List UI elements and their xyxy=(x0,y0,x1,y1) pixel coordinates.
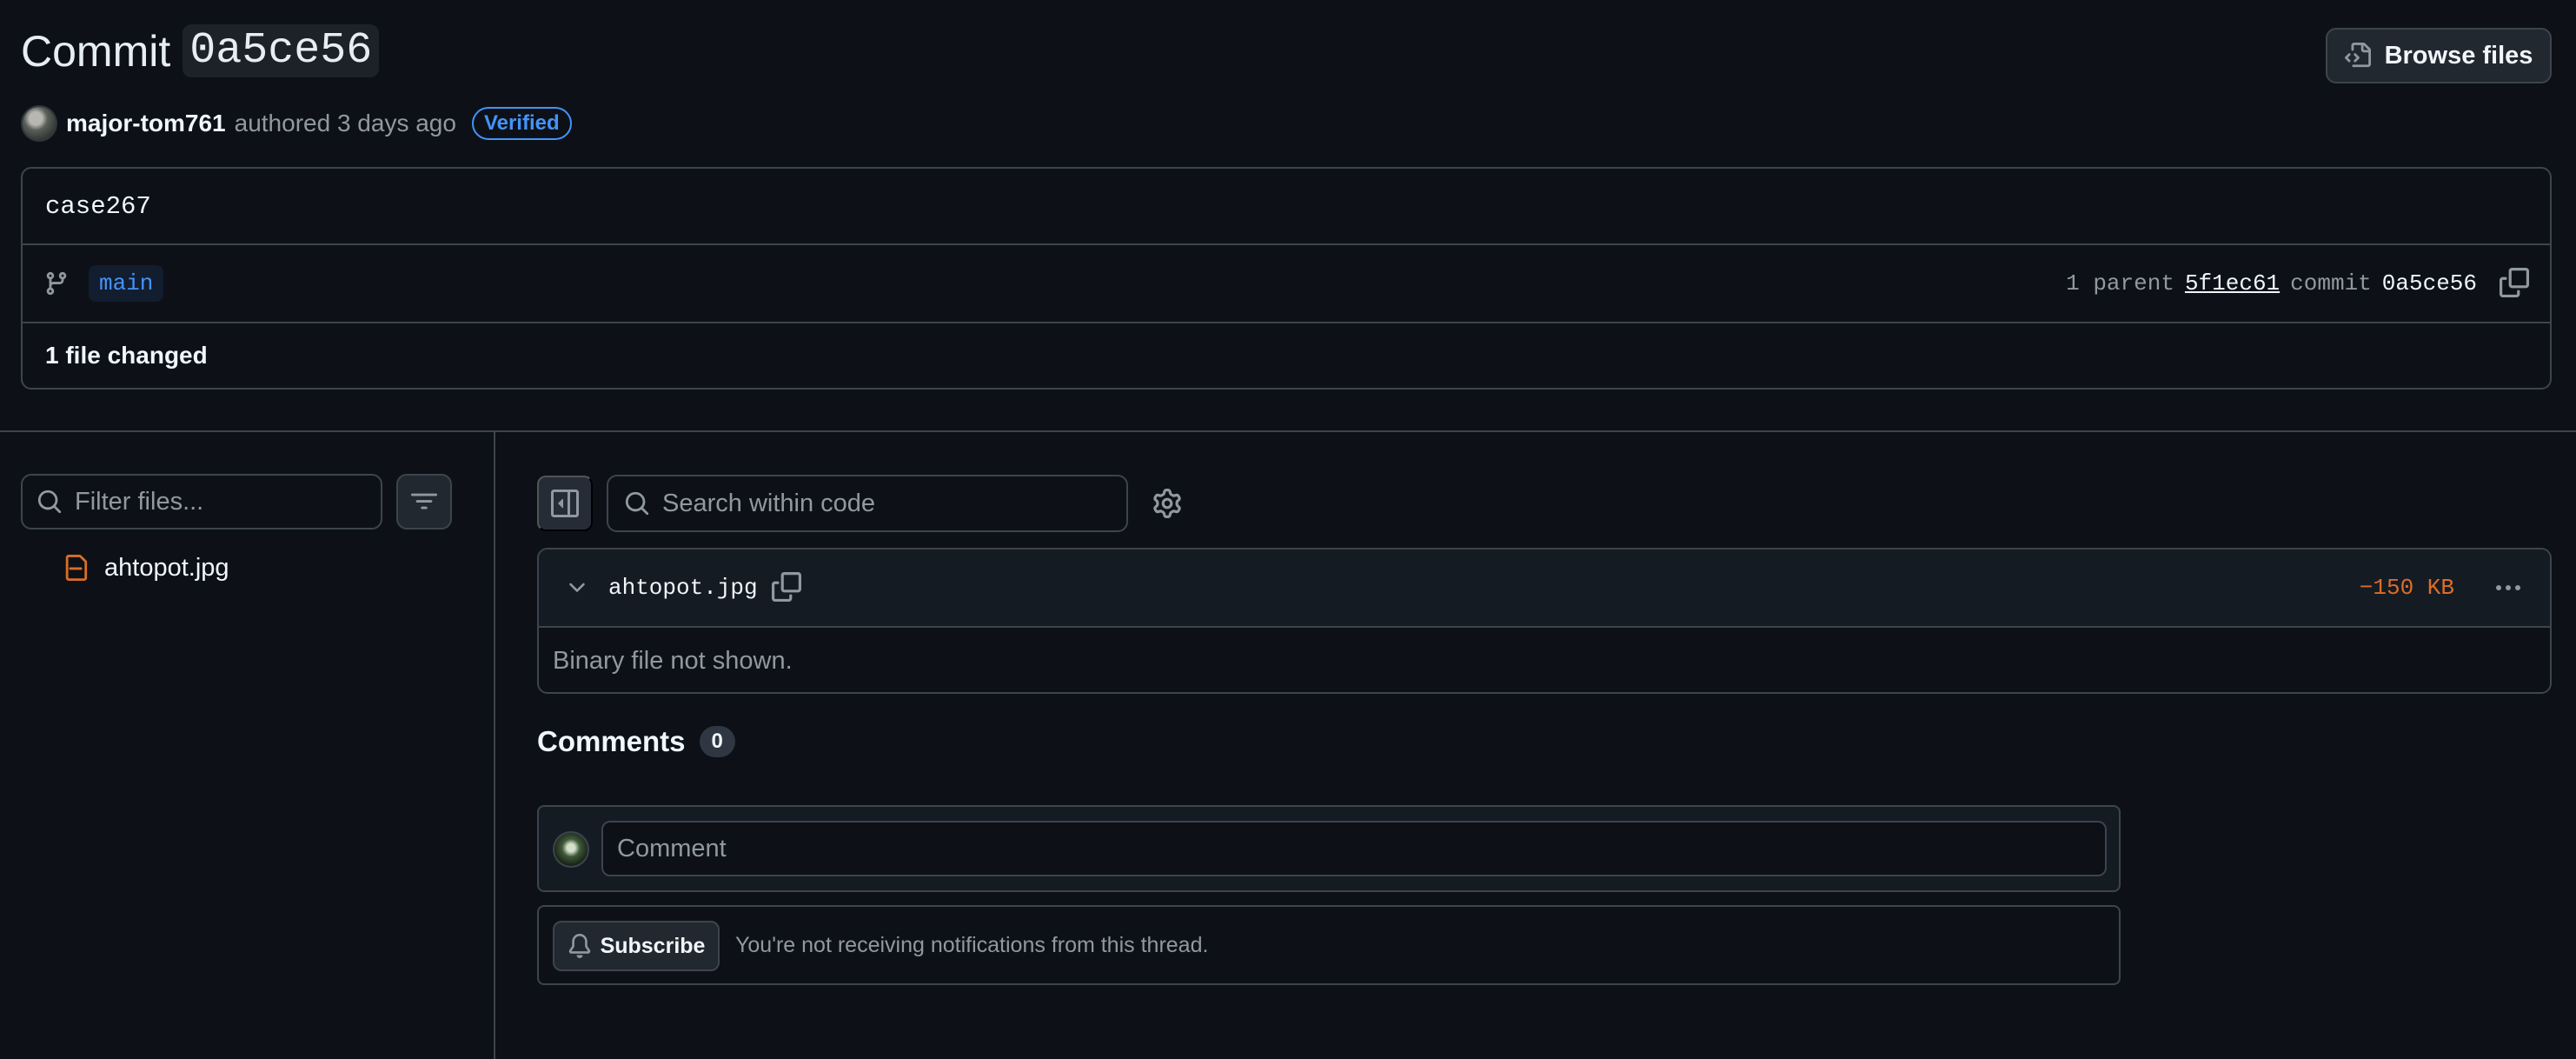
code-search-input[interactable]: Search within code xyxy=(607,475,1128,532)
filter-button[interactable] xyxy=(396,474,452,530)
sidebar-toggle-button[interactable] xyxy=(537,476,593,531)
full-commit-sha: 0a5ce56 xyxy=(2381,270,2477,296)
verified-badge[interactable]: Verified xyxy=(471,107,572,140)
subscription-status: You're not receiving notifications from … xyxy=(735,932,1209,957)
commit-sha-chip: 0a5ce56 xyxy=(183,24,380,77)
sidebar-divider[interactable] xyxy=(494,432,495,1059)
filter-icon xyxy=(411,489,437,515)
page-title: Commit 0a5ce56 xyxy=(21,24,380,77)
diff-settings-button[interactable] xyxy=(1152,487,1185,520)
gear-icon xyxy=(1152,489,1185,518)
diff-filename-link[interactable]: ahtopot.jpg xyxy=(608,549,758,626)
diff-file-card: ahtopot.jpg −150 KB Binary file not show… xyxy=(537,548,2552,694)
file-tree-item-label: ahtopot.jpg xyxy=(104,553,229,582)
comments-count-badge: 0 xyxy=(699,726,735,757)
comment-input[interactable]: Comment xyxy=(601,821,2107,876)
branch-row: main 1 parent 5f1ec61 commit 0a5ce56 xyxy=(23,245,2550,323)
code-search-placeholder: Search within code xyxy=(662,489,876,517)
kebab-icon[interactable] xyxy=(2491,572,2526,603)
search-icon xyxy=(37,489,63,515)
file-deleted-icon xyxy=(63,553,89,583)
filter-files-placeholder: Filter files... xyxy=(75,487,204,516)
parent-sha-link[interactable]: 5f1ec61 xyxy=(2185,270,2280,296)
search-icon xyxy=(624,490,650,516)
parent-count: 1 parent xyxy=(2066,270,2174,296)
avatar xyxy=(553,831,589,868)
commit-label: commit xyxy=(2290,270,2372,296)
title-prefix: Commit xyxy=(21,26,171,76)
comments-title: Comments xyxy=(537,725,686,757)
copy-icon[interactable] xyxy=(2500,268,2531,299)
author-name-link[interactable]: major-tom761 xyxy=(66,110,226,137)
subscription-box: Subscribe You're not receiving notificat… xyxy=(537,905,2121,985)
diff-size-change: −150 KB xyxy=(2359,575,2454,601)
browse-files-button[interactable]: Browse files xyxy=(2326,28,2552,83)
files-changed-summary: 1 file changed xyxy=(45,342,208,369)
comment-composer: Comment xyxy=(537,805,2121,892)
diff-body: Binary file not shown. xyxy=(553,646,793,675)
subscribe-button[interactable]: Subscribe xyxy=(553,921,720,971)
browse-files-label: Browse files xyxy=(2384,41,2533,70)
file-tree-item[interactable]: ahtopot.jpg xyxy=(63,553,229,583)
commit-message: case267 xyxy=(23,169,2550,245)
sidebar-collapse-icon xyxy=(551,490,579,517)
git-branch-icon xyxy=(43,270,70,296)
subscribe-label: Subscribe xyxy=(600,933,706,958)
branch-chip[interactable]: main xyxy=(89,265,164,302)
copy-icon[interactable] xyxy=(772,572,803,603)
parent-info: 1 parent 5f1ec61 commit 0a5ce56 xyxy=(2066,245,2477,322)
browse-files-icon xyxy=(2344,43,2371,69)
filter-files-input[interactable]: Filter files... xyxy=(21,474,382,530)
page-header: Commit 0a5ce56 Browse files xyxy=(21,24,2552,85)
chevron-down-icon[interactable] xyxy=(565,576,589,600)
bell-icon xyxy=(568,934,592,958)
diff-file-header: ahtopot.jpg −150 KB xyxy=(539,549,2550,628)
comments-heading: Comments 0 xyxy=(537,725,735,758)
commit-details-box: case267 main 1 parent 5f1ec61 commit 0a5… xyxy=(21,167,2552,390)
author-row: major-tom761 authored 3 days ago Verifie… xyxy=(21,104,572,143)
author-avatar[interactable] xyxy=(21,105,57,142)
authored-time: authored 3 days ago xyxy=(234,110,456,137)
section-divider xyxy=(0,430,2576,432)
